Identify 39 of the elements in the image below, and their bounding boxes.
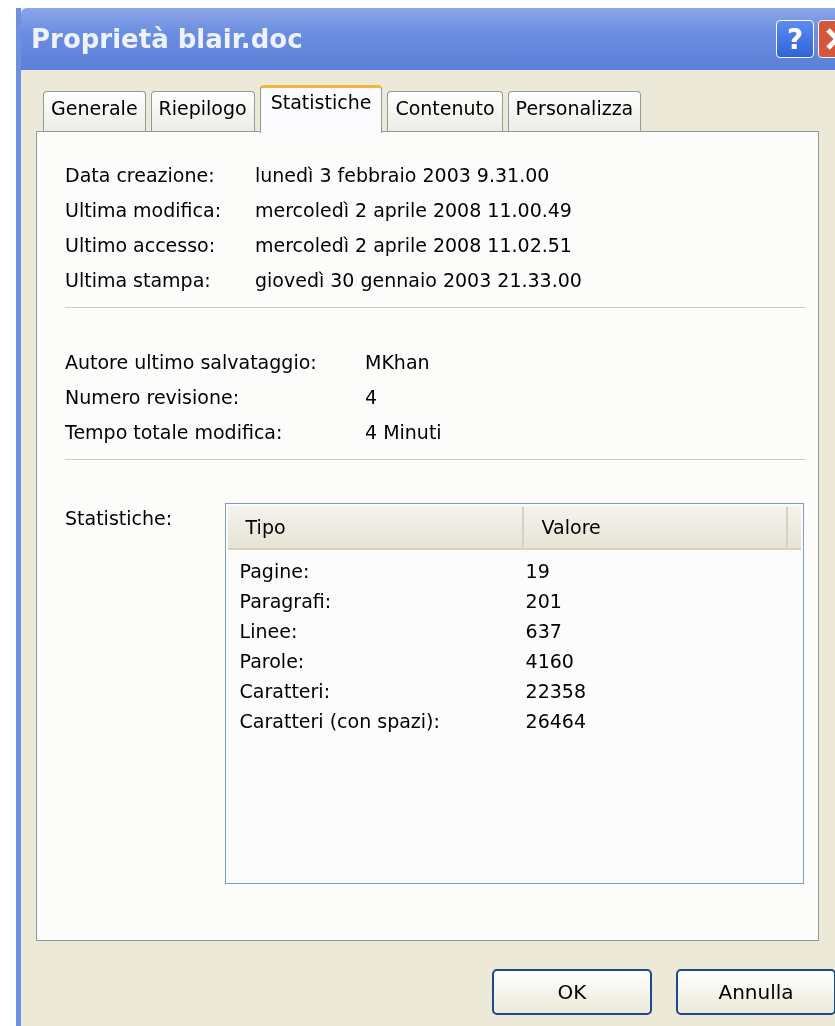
field-label: Ultimo accesso: xyxy=(65,233,217,258)
dialog-button[interactable]: OK xyxy=(492,969,652,1015)
tab[interactable]: Generale xyxy=(43,91,146,131)
help-button[interactable]: ? xyxy=(776,20,814,58)
table-cell-text: Linee: xyxy=(239,620,299,642)
field-value: mercoledì 2 aprile 2008 11.00.49 xyxy=(255,198,573,223)
dialog-button[interactable]: Annulla xyxy=(676,969,835,1015)
table-cell-text: Paragrafi: xyxy=(239,590,333,612)
tab[interactable]: Contenuto xyxy=(387,91,503,131)
statistics-label: Statistiche: xyxy=(65,506,174,531)
table-cell: 201 xyxy=(525,590,562,612)
tab[interactable]: Riepilogo xyxy=(150,91,255,131)
field-value: 4 xyxy=(365,385,379,410)
field-label: Ultima modifica: xyxy=(65,198,223,223)
tab[interactable]: Personalizza xyxy=(507,91,642,131)
field-value: giovedì 30 gennaio 2003 21.33.00 xyxy=(255,268,583,293)
field-label: Tempo totale modifica: xyxy=(65,420,284,445)
table-cell: 19 xyxy=(525,560,550,582)
window-title: Proprietà blair.doc xyxy=(31,24,304,54)
table-cell: 4160 xyxy=(525,650,574,672)
table-cell-text: Parole: xyxy=(239,650,306,672)
table-cell-text: Pagine: xyxy=(239,560,311,582)
field-value: lunedì 3 febbraio 2003 9.31.00 xyxy=(255,163,551,188)
table-cell-text: Caratteri (con spazi): xyxy=(239,710,441,732)
field-value: MKhan xyxy=(365,350,431,375)
field-label: Data creazione: xyxy=(65,163,216,188)
table-cell: 637 xyxy=(525,620,562,642)
table-cell: 22358 xyxy=(525,680,587,702)
field-value: 4 Minuti xyxy=(365,420,443,445)
column-header[interactable]: Valore xyxy=(523,507,788,547)
table-cell-text: Caratteri: xyxy=(239,680,332,702)
field-label: Autore ultimo salvataggio: xyxy=(65,350,318,375)
field-label: Numero revisione: xyxy=(65,385,241,410)
tab[interactable]: Statistiche xyxy=(259,85,383,133)
table-cell: 26464 xyxy=(525,710,587,732)
field-label: Ultima stampa: xyxy=(65,268,212,293)
column-header[interactable]: Tipo xyxy=(227,507,524,547)
statistics-list[interactable]: Tipo Valore Pagine: 19 Paragrafi: 201 Linee: 637 Parole: 4160 Caratteri: 22358 Caratteri (con spazi): 26464 xyxy=(224,503,804,884)
field-value: mercoledì 2 aprile 2008 11.02.51 xyxy=(255,233,573,258)
